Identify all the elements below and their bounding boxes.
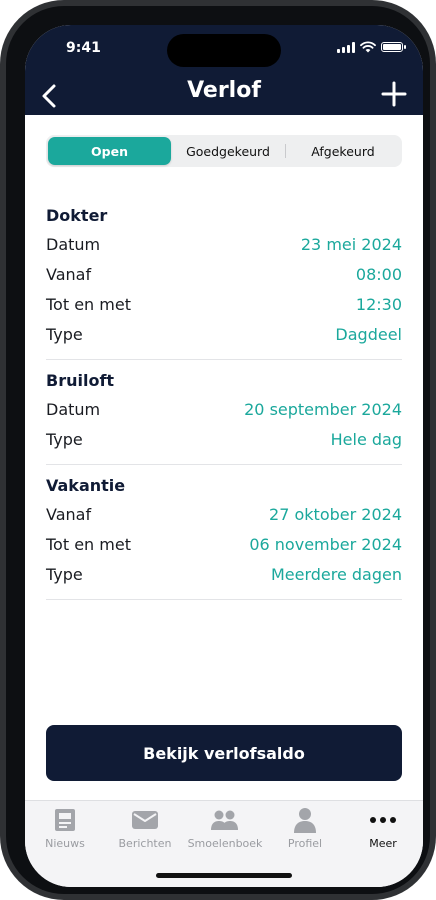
people-icon <box>210 805 240 835</box>
status-time: 9:41 <box>66 40 101 56</box>
leave-row: Tot en met 12:30 <box>46 289 402 319</box>
leave-item[interactable]: Vakantie Vanaf 27 oktober 2024 Tot en me… <box>46 465 402 600</box>
row-value: 27 oktober 2024 <box>269 504 402 524</box>
tab-messages[interactable]: Berichten <box>105 805 185 850</box>
row-value: Hele dag <box>330 429 402 449</box>
row-label: Datum <box>46 234 101 254</box>
tab-label: Profiel <box>287 837 323 850</box>
wifi-icon <box>360 41 376 53</box>
row-value: Meerdere dagen <box>270 564 402 584</box>
add-button[interactable] <box>379 79 409 109</box>
leave-row: Datum 23 mei 2024 <box>46 229 402 259</box>
leave-row: Tot en met 06 november 2024 <box>46 529 402 559</box>
leave-row: Vanaf 08:00 <box>46 259 402 289</box>
leave-row: Datum 20 september 2024 <box>46 394 402 424</box>
battery-icon <box>381 42 406 52</box>
screen: 9:41 Verlof Open Goedgekeurd Afgekeurd D… <box>25 25 423 887</box>
row-label: Tot en met <box>46 534 131 554</box>
more-icon <box>368 805 398 835</box>
phone-bezel: 9:41 Verlof Open Goedgekeurd Afgekeurd D… <box>6 6 430 894</box>
leave-row: Vanaf 27 oktober 2024 <box>46 499 402 529</box>
leave-title: Vakantie <box>46 476 126 495</box>
row-value: 12:30 <box>355 294 402 314</box>
dynamic-island <box>167 34 281 67</box>
segment-rejected[interactable]: Afgekeurd <box>286 137 400 165</box>
row-label: Tot en met <box>46 294 131 314</box>
home-indicator <box>156 873 292 878</box>
row-label: Type <box>46 324 83 344</box>
view-leave-balance-button[interactable]: Bekijk verlofsaldo <box>46 725 402 781</box>
person-icon <box>290 805 320 835</box>
row-value: 08:00 <box>355 264 402 284</box>
tab-label: Nieuws <box>45 837 85 850</box>
tab-label: Meer <box>369 837 397 850</box>
leave-row: Type Dagdeel <box>46 319 402 349</box>
row-value: Dagdeel <box>335 324 402 344</box>
row-value: 20 september 2024 <box>244 399 402 419</box>
segment-approved[interactable]: Goedgekeurd <box>171 137 285 165</box>
tab-bar: Nieuws Berichten Smoelenboek Profiel Mee… <box>25 800 423 887</box>
leave-row: Type Meerdere dagen <box>46 559 402 589</box>
row-value: 23 mei 2024 <box>300 234 402 254</box>
tab-label: Berichten <box>118 837 172 850</box>
tab-profile[interactable]: Profiel <box>265 805 345 850</box>
leave-title: Bruiloft <box>46 371 115 390</box>
leave-row: Type Hele dag <box>46 424 402 454</box>
signal-icon <box>337 41 355 53</box>
segment-open[interactable]: Open <box>48 137 171 165</box>
tab-news[interactable]: Nieuws <box>25 805 105 850</box>
row-label: Datum <box>46 399 101 419</box>
status-filter: Open Goedgekeurd Afgekeurd <box>46 135 402 167</box>
header: 9:41 Verlof <box>25 25 423 115</box>
leave-item[interactable]: Dokter Datum 23 mei 2024 Vanaf 08:00 Tot… <box>46 195 402 360</box>
phone-frame: 9:41 Verlof Open Goedgekeurd Afgekeurd D… <box>0 0 436 900</box>
row-value: 06 november 2024 <box>249 534 402 554</box>
news-icon <box>50 805 80 835</box>
leave-list: Dokter Datum 23 mei 2024 Vanaf 08:00 Tot… <box>46 195 402 600</box>
tab-more[interactable]: Meer <box>343 805 423 850</box>
leave-item[interactable]: Bruiloft Datum 20 september 2024 Type He… <box>46 360 402 465</box>
tab-label: Smoelenboek <box>187 837 263 850</box>
tab-directory[interactable]: Smoelenboek <box>185 805 265 850</box>
row-label: Vanaf <box>46 264 92 284</box>
row-label: Type <box>46 429 83 449</box>
page-title: Verlof <box>187 78 261 103</box>
status-icons <box>337 41 406 53</box>
row-label: Vanaf <box>46 504 92 524</box>
mail-icon <box>130 805 160 835</box>
leave-title: Dokter <box>46 206 108 225</box>
row-label: Type <box>46 564 83 584</box>
